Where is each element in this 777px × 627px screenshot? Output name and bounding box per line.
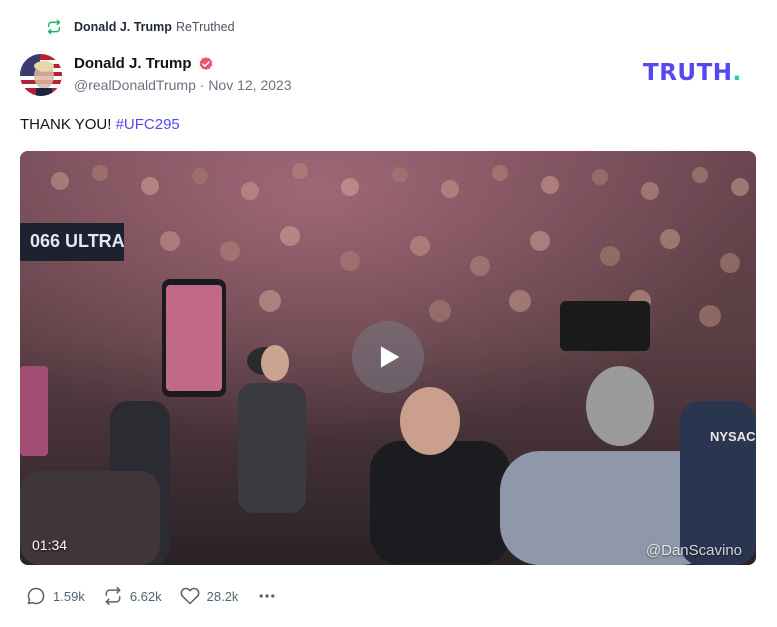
video-duration: 01:34 [32,537,68,553]
post-date[interactable]: Nov 12, 2023 [208,77,291,93]
retruth-count: 6.62k [129,588,162,604]
meta-separator: · [199,77,205,93]
avatar[interactable] [20,54,62,96]
author-block: Donald J. Trump @realDonaldTrump · Nov 1… [74,55,292,93]
author-meta: @realDonaldTrump · Nov 12, 2023 [74,77,292,93]
retruth-action-icon [105,586,121,606]
heart-icon [180,587,200,605]
svg-text:NYSAC: NYSAC [710,429,756,444]
post-text: THANK YOU! #UFC295 [20,116,180,133]
reply-count: 1.59k [53,588,85,604]
play-icon [380,346,400,368]
retruth-author-name[interactable]: Donald J. Trump [74,20,172,34]
action-bar: 1.59k 6.62k 28.2k [26,586,278,606]
reply-icon [27,587,45,605]
like-count: 28.2k [206,588,239,604]
svg-text:066 ULTRA: 066 ULTRA [30,231,125,251]
video-player[interactable]: 066 ULTRA NYSAC 01:34 @DanScavino [20,151,756,565]
retruth-button[interactable]: 6.62k [103,586,162,606]
retruth-label: ReTruthed [175,20,235,34]
more-icon [259,594,275,598]
retruth-icon [47,19,61,35]
play-button[interactable] [352,321,424,393]
author-handle[interactable]: @realDonaldTrump [74,77,196,93]
verified-badge-icon [199,56,212,70]
retruth-header: Donald J. Trump ReTruthed [46,19,235,35]
video-watermark: @DanScavino [645,542,742,559]
author-name[interactable]: Donald J. Trump [74,55,192,72]
like-button[interactable]: 28.2k [180,586,239,606]
truth-logo[interactable]: TRUTH. [643,60,742,86]
reply-button[interactable]: 1.59k [26,586,85,606]
post-body: THANK YOU! [20,116,112,133]
more-options-button[interactable] [256,586,278,606]
post-hashtag[interactable]: #UFC295 [116,116,180,133]
